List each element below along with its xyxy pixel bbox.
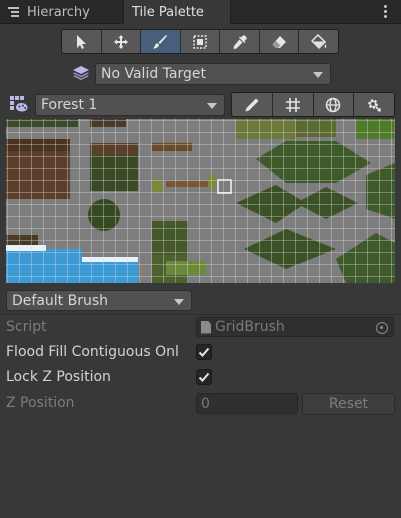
z-position-field[interactable]: 0 xyxy=(196,393,298,414)
palette-value: Forest 1 xyxy=(41,97,98,113)
active-target-value: No Valid Target xyxy=(101,66,206,82)
erase-tool-button[interactable] xyxy=(259,30,300,53)
chevron-down-icon xyxy=(174,298,184,305)
gizmos-toggle-button[interactable] xyxy=(313,93,355,116)
paintbrush-icon xyxy=(153,34,168,48)
hierarchy-list-icon xyxy=(8,7,21,17)
flood-fill-checkbox[interactable] xyxy=(196,344,212,360)
tab-hierarchy-label: Hierarchy xyxy=(27,4,90,20)
tab-tile-palette[interactable]: Tile Palette xyxy=(123,0,231,25)
palette-dropdown[interactable]: Forest 1 xyxy=(35,94,225,116)
script-value: GridBrush xyxy=(215,319,285,335)
palette-icon xyxy=(10,96,28,112)
globe-icon xyxy=(326,97,341,112)
lock-z-label: Lock Z Position xyxy=(6,369,111,385)
object-picker-icon[interactable] xyxy=(376,322,388,334)
eraser-icon xyxy=(272,35,287,48)
tab-tile-palette-label: Tile Palette xyxy=(132,5,204,20)
palette-tool-bar xyxy=(231,92,395,117)
script-label: Script xyxy=(6,319,47,335)
picker-tool-button[interactable] xyxy=(220,30,260,53)
paint-tool-button[interactable] xyxy=(141,30,181,53)
eyedropper-icon xyxy=(233,34,247,49)
brush-dropdown[interactable]: Default Brush xyxy=(6,290,192,311)
chevron-down-icon xyxy=(207,103,217,109)
checkmark-icon xyxy=(198,372,210,382)
move-tool-button[interactable] xyxy=(101,30,142,53)
divider xyxy=(0,314,401,315)
z-position-value: 0 xyxy=(201,395,210,412)
reset-button[interactable]: Reset xyxy=(302,393,395,415)
fill-tool-button[interactable] xyxy=(299,30,338,53)
kebab-menu-icon[interactable] xyxy=(383,5,387,19)
brush-value: Default Brush xyxy=(12,292,109,309)
move-icon xyxy=(113,34,128,49)
palette-settings-button[interactable] xyxy=(354,93,394,116)
tab-bar: Hierarchy Tile Palette xyxy=(0,0,401,25)
tilemap-tool-bar xyxy=(61,29,339,54)
box-fill-icon xyxy=(193,34,207,49)
tile-palette-grid[interactable] xyxy=(6,119,395,283)
tile-grid-canvas xyxy=(6,119,395,283)
pencil-icon xyxy=(245,98,259,111)
z-position-label: Z Position xyxy=(6,395,75,411)
layers-icon xyxy=(73,66,89,80)
checkmark-icon xyxy=(198,347,210,357)
select-tool-button[interactable] xyxy=(62,30,102,53)
active-target-dropdown[interactable]: No Valid Target xyxy=(95,63,331,85)
script-field: GridBrush xyxy=(196,317,394,337)
paint-bucket-icon xyxy=(310,33,326,49)
chevron-down-icon xyxy=(313,72,323,78)
grid-toggle-button[interactable] xyxy=(272,93,314,116)
script-file-icon xyxy=(201,320,211,334)
flood-fill-label: Flood Fill Contiguous Onl xyxy=(6,344,179,360)
tab-hierarchy[interactable]: Hierarchy xyxy=(0,0,122,24)
box-fill-tool-button[interactable] xyxy=(180,30,221,53)
select-arrow-icon xyxy=(77,34,87,49)
lock-z-checkbox[interactable] xyxy=(196,369,212,385)
edit-palette-button[interactable] xyxy=(232,93,273,116)
grid-icon xyxy=(285,97,300,112)
reset-button-label: Reset xyxy=(328,396,369,412)
gear-icon xyxy=(368,98,382,112)
tile-palette-window: Hierarchy Tile Palette No Valid Target F… xyxy=(0,0,401,518)
